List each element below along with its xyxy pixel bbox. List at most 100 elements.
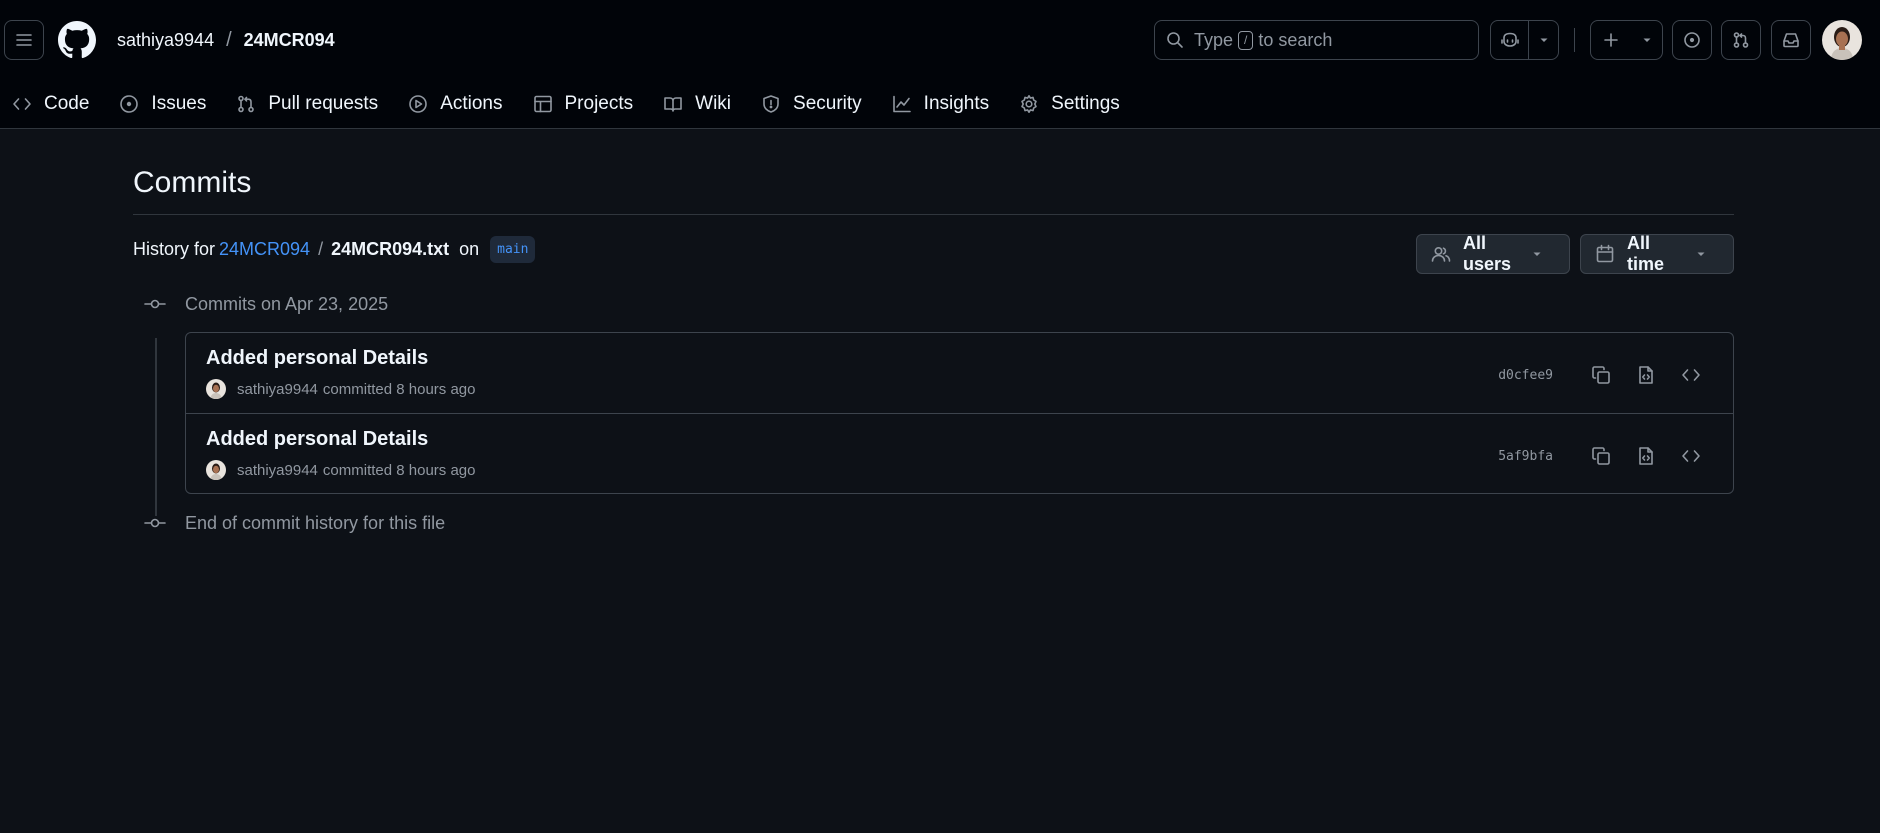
top-bar: sathiya9944 / 24MCR094 Type / to search — [0, 0, 1880, 80]
commit-group-date: Commits on Apr 23, 2025 — [185, 293, 389, 314]
search-shortcut-key: / — [1238, 30, 1254, 50]
history-bar: History for 24MCR094 / 24MCR094.txt on m… — [133, 215, 1734, 283]
commit-row[interactable]: Added personal Details sathiya9944 commi… — [186, 333, 1733, 413]
search-prefix: Type — [1194, 29, 1234, 50]
calendar-icon — [1595, 244, 1615, 264]
filter-label: All users — [1463, 233, 1512, 274]
issues-header-button[interactable] — [1672, 20, 1712, 60]
tab-settings[interactable]: Settings — [1019, 93, 1120, 115]
inbox-icon — [1782, 31, 1800, 49]
search-icon — [1166, 31, 1184, 49]
commit-actions: 5af9bfa — [1498, 442, 1705, 470]
breadcrumb-separator: / — [226, 28, 232, 51]
tab-label: Settings — [1051, 93, 1120, 114]
history-on: on — [459, 238, 480, 259]
plus-icon — [1602, 31, 1620, 49]
copy-icon[interactable] — [1587, 442, 1615, 470]
tab-security[interactable]: Security — [761, 93, 862, 115]
tab-label: Projects — [564, 93, 634, 114]
page-title: Commits — [133, 166, 1734, 215]
file-diff-icon[interactable] — [1632, 361, 1660, 389]
tab-projects[interactable]: Projects — [533, 93, 634, 115]
all-time-filter[interactable]: All time — [1580, 233, 1734, 274]
search-suffix: to search — [1258, 29, 1333, 50]
all-users-filter[interactable]: All users — [1416, 233, 1570, 274]
tab-label: Security — [793, 93, 862, 114]
menu-button[interactable] — [4, 20, 44, 60]
history-prefix: History for — [133, 238, 216, 259]
tab-label: Issues — [151, 93, 207, 114]
repo-tab-nav: Code Issues Pull requests Actions Projec… — [0, 80, 1880, 128]
copilot-main[interactable] — [1491, 21, 1528, 59]
tab-wiki[interactable]: Wiki — [663, 93, 731, 115]
pull-request-icon — [236, 94, 256, 114]
commit-actions: d0cfee9 — [1498, 361, 1705, 389]
pull-request-icon — [1732, 31, 1750, 49]
pull-requests-header-button[interactable] — [1721, 20, 1761, 60]
history-separator: / — [318, 238, 324, 259]
copilot-icon — [1500, 31, 1520, 49]
issue-icon — [1683, 31, 1701, 49]
tab-label: Code — [44, 93, 90, 114]
header-divider — [1574, 28, 1575, 52]
commit-node-icon — [144, 296, 166, 312]
people-icon — [1431, 244, 1451, 264]
tab-insights[interactable]: Insights — [892, 93, 989, 115]
book-icon — [663, 94, 683, 114]
history-file: 24MCR094.txt — [331, 238, 450, 259]
code-icon[interactable] — [1677, 442, 1705, 470]
github-logo[interactable] — [58, 21, 96, 59]
graph-icon — [892, 94, 912, 114]
copy-icon[interactable] — [1587, 361, 1615, 389]
code-icon[interactable] — [1677, 361, 1705, 389]
branch-badge[interactable]: main — [490, 235, 536, 263]
search-input[interactable]: Type / to search — [1154, 20, 1479, 60]
commit-author[interactable]: sathiya9944 — [237, 462, 318, 479]
history-breadcrumb: History for 24MCR094 / 24MCR094.txt on m… — [133, 235, 536, 263]
create-plus[interactable] — [1591, 21, 1631, 59]
author-avatar[interactable] — [206, 460, 226, 480]
breadcrumb-repo[interactable]: 24MCR094 — [244, 30, 335, 51]
commit-row[interactable]: Added personal Details sathiya9944 commi… — [186, 413, 1733, 493]
commit-author[interactable]: sathiya9944 — [237, 381, 318, 398]
commit-history-end: End of commit history for this file — [133, 502, 1734, 544]
tab-label: Pull requests — [268, 93, 379, 114]
tab-label: Actions — [440, 93, 503, 114]
commit-list: Added personal Details sathiya9944 commi… — [185, 332, 1734, 494]
tab-label: Insights — [923, 93, 990, 114]
commit-sha[interactable]: 5af9bfa — [1498, 449, 1553, 464]
table-icon — [533, 94, 553, 114]
tab-code[interactable]: Code — [12, 93, 89, 115]
app-header: sathiya9944 / 24MCR094 Type / to search — [0, 0, 1880, 129]
file-diff-icon[interactable] — [1632, 442, 1660, 470]
copilot-dropdown[interactable] — [1529, 21, 1558, 59]
tab-actions[interactable]: Actions — [408, 93, 503, 115]
end-of-history-text: End of commit history for this file — [185, 512, 446, 533]
tab-issues[interactable]: Issues — [119, 93, 206, 115]
inbox-button[interactable] — [1771, 20, 1811, 60]
timeline-line — [155, 338, 157, 516]
commit-time: committed 8 hours ago — [322, 461, 476, 479]
hamburger-icon — [15, 31, 33, 49]
chevron-down-icon — [1641, 34, 1653, 46]
commit-node-icon — [144, 515, 166, 531]
commit-group-heading: Commits on Apr 23, 2025 — [133, 283, 1734, 325]
play-icon — [408, 94, 428, 114]
user-avatar[interactable] — [1822, 20, 1862, 60]
commit-time: committed 8 hours ago — [322, 380, 476, 398]
main-content: Commits History for 24MCR094 / 24MCR094.… — [133, 129, 1734, 544]
create-dropdown[interactable] — [1631, 21, 1662, 59]
tab-pull-requests[interactable]: Pull requests — [236, 93, 378, 115]
issue-icon — [119, 94, 139, 114]
gear-icon — [1019, 94, 1039, 114]
create-new-button[interactable] — [1590, 20, 1663, 60]
caret-down-icon — [1531, 248, 1543, 260]
code-icon — [12, 94, 32, 114]
author-avatar[interactable] — [206, 379, 226, 399]
filter-label: All time — [1627, 233, 1665, 274]
history-repo-link[interactable]: 24MCR094 — [219, 239, 310, 260]
tab-label: Wiki — [695, 93, 732, 114]
breadcrumb-owner[interactable]: sathiya9944 — [117, 30, 214, 51]
commit-sha[interactable]: d0cfee9 — [1498, 368, 1553, 383]
copilot-button[interactable] — [1490, 20, 1559, 60]
